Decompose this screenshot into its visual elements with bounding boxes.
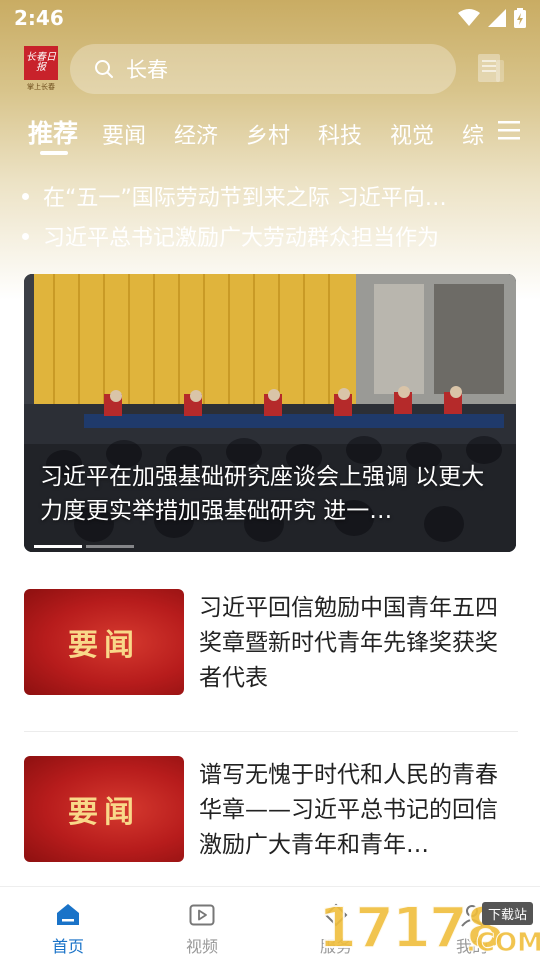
home-icon xyxy=(57,904,79,925)
nav-label: 首页 xyxy=(51,937,84,956)
video-icon xyxy=(189,904,215,926)
newspaper-icon[interactable] xyxy=(476,52,506,84)
list-divider xyxy=(24,731,518,732)
tab-technology[interactable]: 科技 xyxy=(318,118,362,150)
active-tab-indicator xyxy=(40,151,68,155)
category-tabs: 推荐 要闻 经济 乡村 科技 视觉 综 xyxy=(0,108,540,158)
tab-headlines[interactable]: 要闻 xyxy=(102,118,146,150)
pagination-dot xyxy=(86,545,134,548)
news-title: 谱写无愧于时代和人民的青春华章——习近平总书记的回信激励广大青年和青年… xyxy=(199,762,498,858)
banner-caption: 习近平在加强基础研究座谈会上强调 以更大力度更实举措加强基础研究 进一… xyxy=(40,464,485,524)
status-time: 2:46 xyxy=(14,6,64,30)
status-icons xyxy=(458,8,526,28)
headline-list: 在“五一”国际劳动节到来之际 习近平向… 习近平总书记激励广大劳动群众担当作为 xyxy=(22,176,512,256)
menu-icon[interactable] xyxy=(498,120,520,140)
nav-service[interactable]: 服务 xyxy=(296,903,376,957)
search-icon xyxy=(95,60,113,78)
nav-label: 服务 xyxy=(319,937,352,956)
featured-banner[interactable]: 习近平在加强基础研究座谈会上强调 以更大力度更实举措加强基础研究 进一… xyxy=(24,274,516,552)
search-bar[interactable]: 长春 xyxy=(70,44,456,94)
headline-item[interactable]: 习近平总书记激励广大劳动群众担当作为 xyxy=(22,216,512,256)
signal-icon xyxy=(488,9,506,27)
tab-visual[interactable]: 视觉 xyxy=(390,118,434,150)
wifi-icon xyxy=(458,9,480,26)
tab-rural[interactable]: 乡村 xyxy=(246,118,290,150)
nav-profile[interactable]: 我的 xyxy=(432,903,512,957)
logo-subtitle: 掌上长春 xyxy=(27,83,55,91)
app-logo[interactable]: 长春日报 掌上长春 xyxy=(24,46,58,94)
bottom-navigation: 首页 视频 服务 我的 xyxy=(0,886,540,961)
nav-label: 视频 xyxy=(185,937,218,956)
service-icon xyxy=(324,903,348,927)
tab-partial[interactable]: 综 xyxy=(462,118,484,150)
headline-item[interactable]: 在“五一”国际劳动节到来之际 习近平向… xyxy=(22,176,512,216)
news-list-item[interactable]: 要闻 习近平回信勉励中国青年五四奖章暨新时代青年先锋奖获奖者代表 xyxy=(24,589,518,699)
thumbnail-label: 要闻 xyxy=(68,628,140,663)
status-bar: 2:46 xyxy=(0,0,540,36)
thumbnail-label: 要闻 xyxy=(68,795,140,830)
news-thumbnail: 要闻 xyxy=(24,589,184,695)
nav-label: 我的 xyxy=(455,937,488,956)
pagination-dot xyxy=(34,545,82,548)
profile-icon xyxy=(461,905,483,927)
battery-icon xyxy=(514,8,526,28)
tab-recommend[interactable]: 推荐 xyxy=(28,114,78,150)
news-list-item[interactable]: 要闻 谱写无愧于时代和人民的青春华章——习近平总书记的回信激励广大青年和青年… xyxy=(24,756,518,866)
app-header: 长春日报 掌上长春 长春 xyxy=(0,42,540,98)
bullet-icon xyxy=(22,232,29,240)
headline-text: 在“五一”国际劳动节到来之际 习近平向… xyxy=(43,186,447,211)
logo-mark: 长春日报 xyxy=(24,46,58,80)
search-text: 长春 xyxy=(126,58,168,82)
nav-home[interactable]: 首页 xyxy=(28,903,108,957)
tab-economy[interactable]: 经济 xyxy=(174,118,218,150)
bullet-icon xyxy=(22,192,29,200)
news-title: 习近平回信勉励中国青年五四奖章暨新时代青年先锋奖获奖者代表 xyxy=(199,595,498,691)
headline-text: 习近平总书记激励广大劳动群众担当作为 xyxy=(43,226,440,251)
news-thumbnail: 要闻 xyxy=(24,756,184,862)
nav-video[interactable]: 视频 xyxy=(162,903,242,957)
banner-pagination xyxy=(34,545,134,548)
